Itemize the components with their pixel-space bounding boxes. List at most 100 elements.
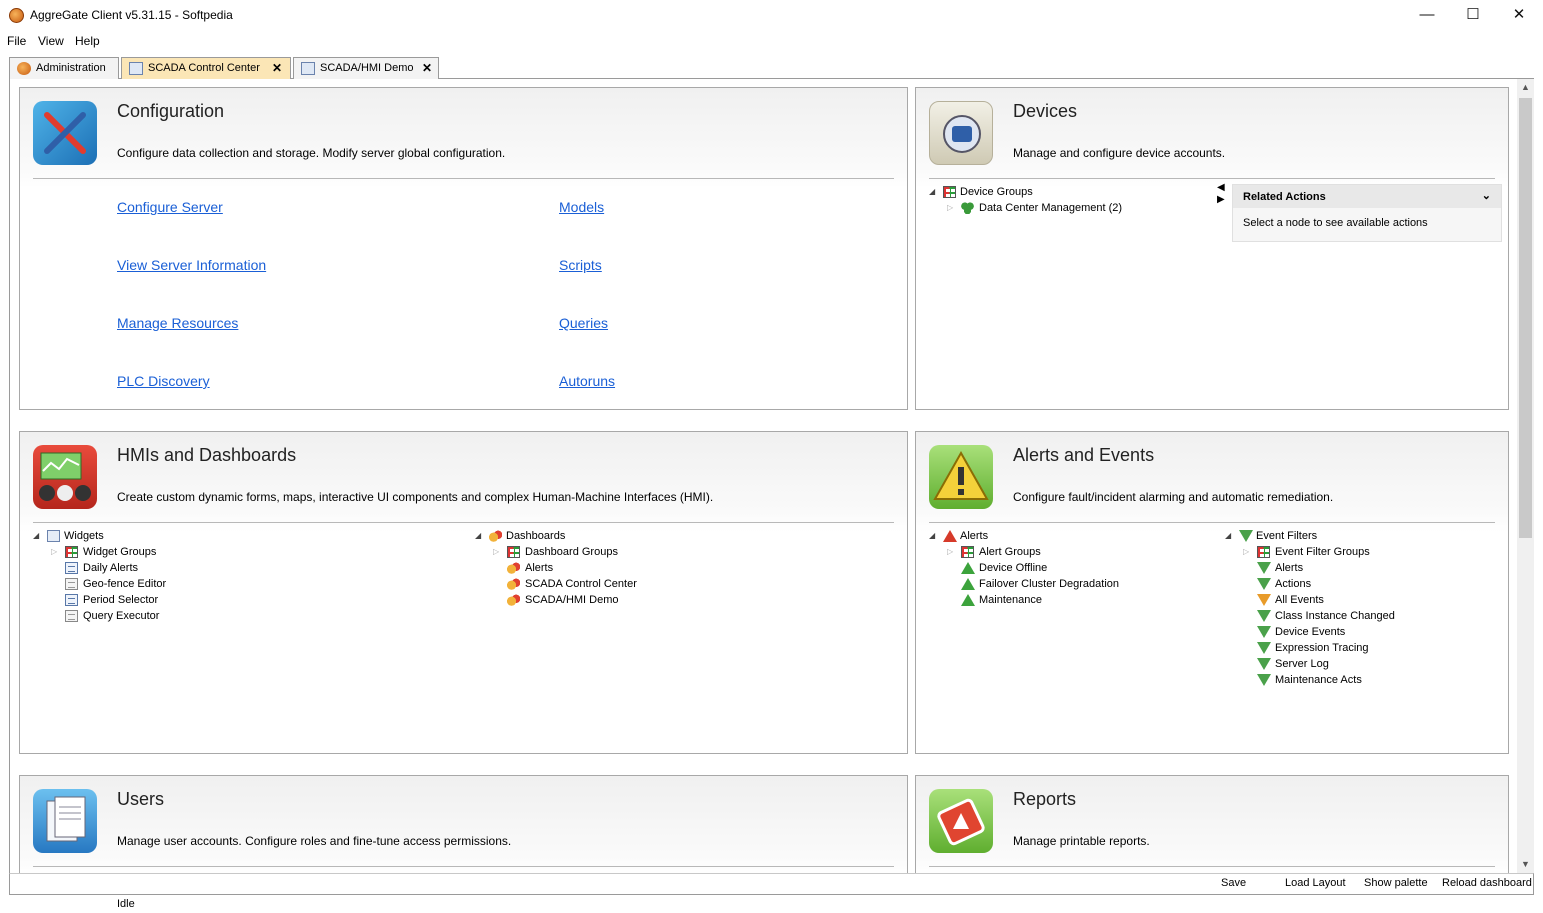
tree-node-maintenance[interactable]: Maintenance bbox=[929, 592, 1219, 608]
tree-node-geo-fence-editor[interactable]: Geo-fence Editor bbox=[33, 576, 433, 592]
expand-arrow-icon[interactable]: ◢ bbox=[929, 184, 939, 200]
tree-node-scada-control-center[interactable]: SCADA Control Center bbox=[475, 576, 875, 592]
tab-label: SCADA/HMI Demo bbox=[320, 62, 414, 74]
tree-node-dashboards[interactable]: ◢ Dashboards bbox=[475, 528, 875, 544]
manage-resources-link[interactable]: Manage Resources bbox=[117, 315, 238, 331]
tree-node-widget-groups[interactable]: ▷ Widget Groups bbox=[33, 544, 433, 560]
close-tab-icon[interactable]: ✕ bbox=[272, 61, 282, 75]
app-logo-icon bbox=[9, 8, 24, 23]
alert-warning-icon bbox=[929, 445, 993, 509]
tree-node-dashboard-groups[interactable]: ▷ Dashboard Groups bbox=[475, 544, 875, 560]
tree-node-event-filters[interactable]: ◢ Event Filters bbox=[1225, 528, 1495, 544]
tree-node-data-center-management[interactable]: ▷ Data Center Management (2) bbox=[929, 200, 1209, 216]
status-text: Idle bbox=[117, 898, 135, 910]
tab-scada-hmi-demo[interactable]: SCADA/HMI Demo ✕ bbox=[293, 57, 439, 79]
collapse-arrow-icon[interactable]: ▷ bbox=[947, 544, 957, 560]
save-button[interactable]: Save bbox=[1221, 877, 1246, 889]
tree-label: Period Selector bbox=[83, 594, 159, 606]
tree-label: Event Filters bbox=[1256, 530, 1318, 542]
configuration-description: Configure data collection and storage. M… bbox=[117, 146, 506, 160]
users-description: Manage user accounts. Configure roles an… bbox=[117, 834, 512, 848]
tree-label: Alerts bbox=[1275, 562, 1304, 574]
tree-label: Maintenance bbox=[979, 594, 1042, 606]
menu-help[interactable]: Help bbox=[75, 34, 100, 48]
minimize-button[interactable]: — bbox=[1404, 0, 1450, 31]
scroll-down-icon[interactable]: ▼ bbox=[1517, 859, 1534, 869]
expand-arrow-icon[interactable]: ◢ bbox=[475, 528, 485, 544]
grid-icon bbox=[507, 546, 520, 558]
menu-file[interactable]: File bbox=[7, 34, 26, 48]
scrollbar-thumb[interactable] bbox=[1519, 98, 1532, 538]
filter-icon bbox=[1257, 658, 1271, 670]
tree-node-maintenance-acts[interactable]: Maintenance Acts bbox=[1225, 672, 1495, 688]
tree-label: Widgets bbox=[64, 530, 104, 542]
configure-server-link[interactable]: Configure Server bbox=[117, 199, 223, 215]
tree-node-failover-cluster-degradation[interactable]: Failover Cluster Degradation bbox=[929, 576, 1219, 592]
tree-node-all-events[interactable]: All Events bbox=[1225, 592, 1495, 608]
tree-node-device-groups[interactable]: ◢ Device Groups bbox=[929, 184, 1209, 200]
related-actions-message: Select a node to see available actions bbox=[1243, 217, 1428, 229]
collapse-arrow-icon[interactable]: ▷ bbox=[493, 544, 503, 560]
filter-icon bbox=[1257, 642, 1271, 654]
close-button[interactable]: ✕ bbox=[1496, 0, 1542, 31]
alerts-title: Alerts and Events bbox=[1013, 445, 1155, 465]
tree-node-alert-groups[interactable]: ▷ Alert Groups bbox=[929, 544, 1219, 560]
scroll-up-icon[interactable]: ▲ bbox=[1517, 82, 1534, 92]
view-server-information-link[interactable]: View Server Information bbox=[117, 257, 266, 273]
divider bbox=[929, 178, 1495, 179]
vertical-scrollbar[interactable]: ▲ ▼ bbox=[1517, 79, 1534, 873]
maximize-button[interactable]: ☐ bbox=[1450, 0, 1496, 31]
hmi-dashboard-icon bbox=[33, 445, 97, 509]
tree-node-server-log[interactable]: Server Log bbox=[1225, 656, 1495, 672]
tree-node-device-events[interactable]: Device Events bbox=[1225, 624, 1495, 640]
users-title: Users bbox=[117, 789, 165, 809]
panel-splitter[interactable]: ◀ ▶ bbox=[1217, 182, 1225, 206]
show-palette-button[interactable]: Show palette bbox=[1364, 877, 1428, 889]
related-actions-title: Related Actions bbox=[1243, 191, 1326, 203]
devices-panel: Devices Manage and configure device acco… bbox=[915, 87, 1509, 410]
device-tree: ◢ Device Groups ▷ Data Center Management… bbox=[929, 184, 1209, 216]
chevron-down-icon[interactable]: ⌄ bbox=[1482, 189, 1491, 202]
tab-administration[interactable]: Administration bbox=[9, 57, 119, 79]
collapse-arrow-icon[interactable]: ▷ bbox=[1243, 544, 1253, 560]
autoruns-link[interactable]: Autoruns bbox=[559, 373, 615, 389]
filter-icon bbox=[1257, 674, 1271, 686]
tree-node-expression-tracing[interactable]: Expression Tracing bbox=[1225, 640, 1495, 656]
close-tab-icon[interactable]: ✕ bbox=[422, 61, 432, 75]
tree-node-device-offline[interactable]: Device Offline bbox=[929, 560, 1219, 576]
tree-node-query-executor[interactable]: Query Executor bbox=[33, 608, 433, 624]
collapse-arrow-icon[interactable]: ▷ bbox=[51, 544, 61, 560]
tab-scada-control-center[interactable]: SCADA Control Center ✕ bbox=[121, 57, 291, 79]
tree-node-dashboard-alerts[interactable]: Alerts bbox=[475, 560, 875, 576]
tree-node-daily-alerts[interactable]: Daily Alerts bbox=[33, 560, 433, 576]
scripts-link[interactable]: Scripts bbox=[559, 257, 602, 273]
expand-arrow-icon[interactable]: ◢ bbox=[1225, 528, 1235, 544]
load-layout-button[interactable]: Load Layout bbox=[1285, 877, 1346, 889]
dashboards-icon bbox=[489, 530, 502, 542]
tree-node-filter-actions[interactable]: Actions bbox=[1225, 576, 1495, 592]
tree-node-event-filter-groups[interactable]: ▷ Event Filter Groups bbox=[1225, 544, 1495, 560]
plc-discovery-link[interactable]: PLC Discovery bbox=[117, 373, 210, 389]
queries-link[interactable]: Queries bbox=[559, 315, 608, 331]
tree-node-scada-hmi-demo[interactable]: SCADA/HMI Demo bbox=[475, 592, 875, 608]
models-link[interactable]: Models bbox=[559, 199, 604, 215]
reload-dashboard-button[interactable]: Reload dashboard bbox=[1442, 877, 1532, 889]
tree-node-class-instance-changed[interactable]: Class Instance Changed bbox=[1225, 608, 1495, 624]
reports-title: Reports bbox=[1013, 789, 1077, 809]
expand-arrow-icon[interactable]: ◢ bbox=[929, 528, 939, 544]
devices-title: Devices bbox=[1013, 101, 1078, 121]
devices-icon bbox=[929, 101, 993, 165]
event-filters-tree: ◢ Event Filters ▷ Event Filter Groups Al… bbox=[1225, 528, 1495, 688]
expand-arrow-icon[interactable]: ◢ bbox=[33, 528, 43, 544]
collapse-arrow-icon[interactable]: ▷ bbox=[947, 200, 957, 216]
title-bar: AggreGate Client v5.31.15 - Softpedia — … bbox=[0, 0, 1543, 31]
tree-node-filter-alerts[interactable]: Alerts bbox=[1225, 560, 1495, 576]
widgets-icon bbox=[47, 530, 60, 542]
tree-node-alerts[interactable]: ◢ Alerts bbox=[929, 528, 1219, 544]
related-actions-header[interactable]: Related Actions ⌄ bbox=[1233, 185, 1501, 208]
menu-view[interactable]: View bbox=[38, 34, 64, 48]
tree-node-widgets[interactable]: ◢ Widgets bbox=[33, 528, 433, 544]
dashboard-icon bbox=[507, 562, 520, 574]
reports-icon bbox=[929, 789, 993, 853]
tree-node-period-selector[interactable]: Period Selector bbox=[33, 592, 433, 608]
